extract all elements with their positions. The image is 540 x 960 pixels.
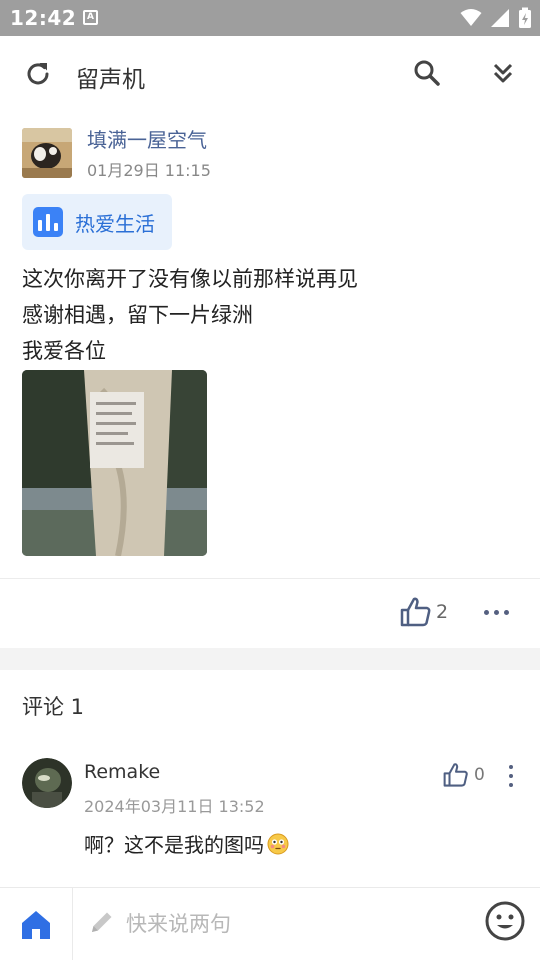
signal-icon [491, 9, 509, 27]
post-timestamp: 01月29日 11:15 [87, 161, 211, 180]
app-bar: 留声机 [0, 36, 540, 112]
more-horizontal-icon[interactable] [484, 610, 509, 615]
status-bar: 12:42 A [0, 0, 540, 36]
more-vertical-icon[interactable] [509, 765, 513, 787]
topic-tag[interactable]: 热爱生活 [22, 194, 172, 250]
double-chevron-down-icon[interactable] [486, 56, 520, 90]
post-like-button[interactable]: 2 [400, 596, 448, 628]
search-icon[interactable] [410, 56, 444, 90]
post-line: 我爱各位 [22, 339, 106, 363]
thumbs-up-icon [443, 763, 468, 787]
commenter-avatar[interactable] [22, 758, 72, 808]
page-title: 留声机 [76, 67, 145, 93]
battery-icon [519, 7, 531, 28]
home-button[interactable] [0, 888, 73, 960]
topic-label: 热爱生活 [75, 211, 155, 236]
flushed-emoji-icon [267, 833, 289, 854]
comment-text: 啊？这不是我的图吗 [84, 833, 264, 857]
divider [0, 578, 540, 579]
comment-timestamp: 2024年03月11日 13:52 [84, 797, 265, 816]
post-content: 这次你离开了没有像以前那样说再见 感谢相遇，留下一片绿洲 我爱各位 [22, 261, 358, 369]
commenter-name[interactable]: Remake [84, 761, 160, 783]
post-image[interactable] [22, 370, 207, 556]
comment-like-button[interactable]: 0 [443, 762, 485, 788]
post-line: 感谢相遇，留下一片绿洲 [22, 303, 253, 327]
post-like-count: 2 [436, 601, 449, 623]
refresh-icon[interactable] [22, 58, 54, 90]
section-separator [0, 648, 540, 670]
comment-input[interactable] [126, 904, 466, 944]
wifi-icon [460, 9, 482, 26]
notification-icon: A [83, 10, 98, 25]
emoji-icon[interactable] [484, 900, 526, 942]
post-line: 这次你离开了没有像以前那样说再见 [22, 267, 358, 291]
comment-text-row: 啊？这不是我的图吗 [84, 829, 289, 858]
author-avatar[interactable] [22, 128, 72, 178]
comments-header: 评论 1 [22, 695, 85, 719]
pencil-icon [92, 912, 112, 932]
comment-like-count: 0 [474, 765, 485, 785]
home-icon [22, 910, 50, 939]
status-time: 12:42 [10, 6, 77, 30]
thumbs-up-icon [400, 597, 431, 627]
bottom-bar [0, 887, 540, 960]
system-icons [460, 7, 532, 29]
chart-icon [33, 207, 63, 237]
post-author-name[interactable]: 填满一屋空气 [87, 124, 207, 153]
